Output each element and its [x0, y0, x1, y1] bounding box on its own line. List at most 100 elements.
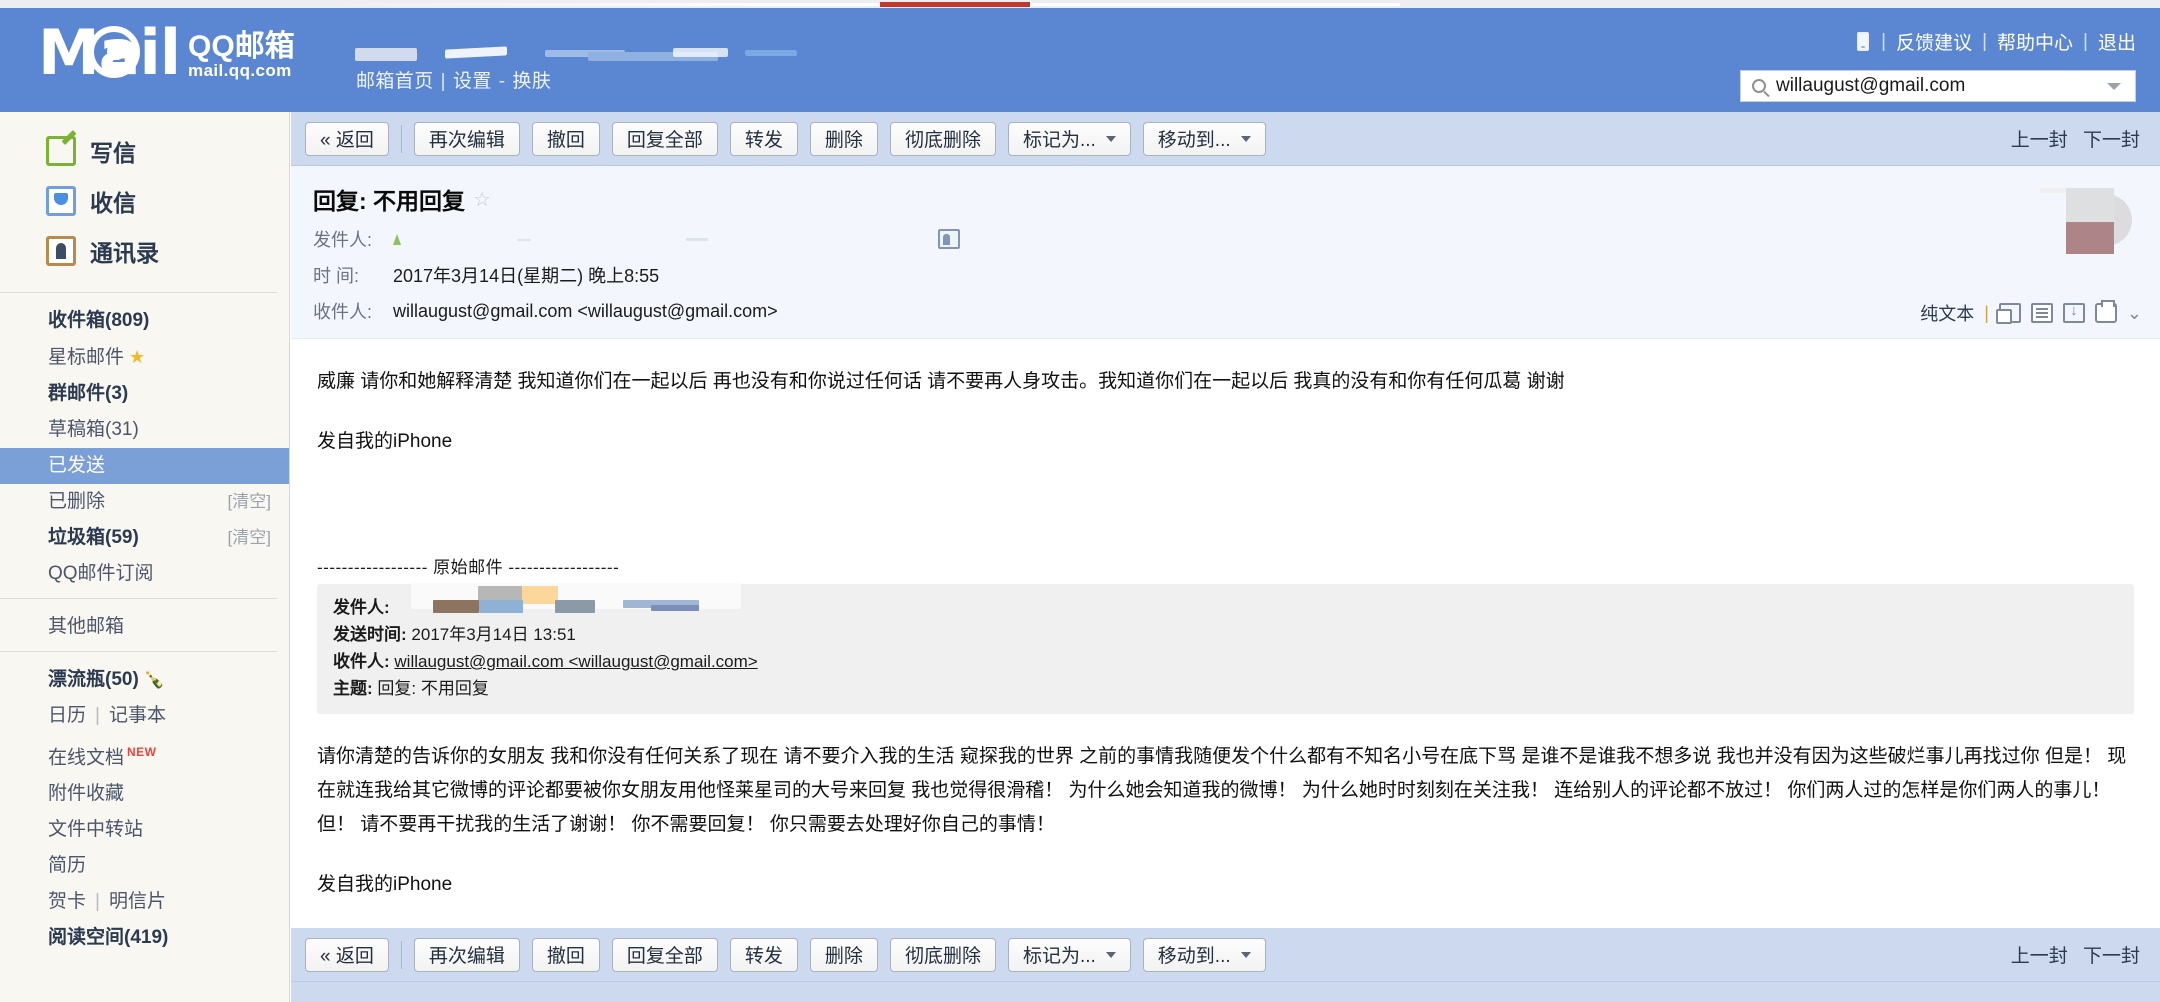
clear-spam-link[interactable]: [清空]	[228, 525, 271, 551]
delete-forever-button[interactable]: 彻底删除	[889, 121, 996, 156]
mail-toolbar-bottom: « 返回 再次编辑 撤回 回复全部 转发 删除 彻底删除 标记为... 移动到.…	[291, 928, 2160, 982]
mark-as-button[interactable]: 标记为...	[1007, 121, 1131, 156]
link-settings[interactable]: 设置	[453, 71, 492, 92]
forward-button[interactable]: 转发	[729, 121, 798, 156]
greeting-card-label[interactable]: 贺卡	[48, 891, 86, 912]
sidebar-item-online-doc[interactable]: 在线文档 NEW	[0, 734, 289, 776]
reply-all-button-bottom[interactable]: 回复全部	[611, 937, 718, 972]
browser-tab-strip	[0, 0, 2160, 8]
search-input[interactable]	[1776, 75, 2107, 97]
forward-button-bottom[interactable]: 转发	[729, 937, 798, 972]
sidebar-item-spam[interactable]: 垃圾箱(59) [清空]	[0, 520, 289, 556]
back-button-bottom[interactable]: « 返回	[305, 937, 389, 972]
delete-button[interactable]: 删除	[809, 121, 878, 156]
save-icon[interactable]	[2062, 301, 2085, 323]
sidebar-item-starred[interactable]: 星标邮件 ★	[0, 339, 289, 376]
text-icon[interactable]	[2030, 303, 2053, 323]
sidebar-item-qq-subscription[interactable]: QQ邮件订阅	[0, 556, 289, 592]
prev-mail-link[interactable]: 上一封	[2011, 130, 2068, 151]
delete-forever-button-bottom[interactable]: 彻底删除	[889, 937, 996, 972]
edit-again-button-bottom[interactable]: 再次编辑	[413, 937, 520, 972]
move-to-button-bottom[interactable]: 移动到...	[1142, 937, 1266, 972]
mail-view: 回复: 不用回复 ☆ 发件人: 时 间: 2017年3月14日(星期二) 晚上8…	[291, 166, 2160, 1002]
original-to-value[interactable]: willaugust@gmail.com <willaugust@gmail.c…	[394, 652, 757, 671]
chevron-down-icon[interactable]: ⌄	[2127, 303, 2142, 324]
mark-as-label: 标记为...	[1022, 130, 1096, 151]
move-to-label: 移动到...	[1157, 130, 1231, 151]
next-mail-link-bottom[interactable]: 下一封	[2083, 946, 2140, 967]
new-window-icon[interactable]	[1995, 303, 2021, 324]
sidebar-item-sent[interactable]: 已发送	[0, 448, 289, 484]
sidebar-folder-list: 收件箱(809) 星标邮件 ★ 群邮件(3) 草稿箱(31) 已发送 已删除 [清…	[0, 299, 289, 592]
sidebar-item-other-mailbox[interactable]: 其他邮箱	[0, 609, 289, 645]
sidebar-item-file-transfer[interactable]: 文件中转站	[0, 812, 289, 848]
sidebar-item-deleted[interactable]: 已删除 [清空]	[0, 484, 289, 520]
original-mail-separator: ------------------ 原始邮件 ----------------…	[317, 558, 620, 577]
sidebar-item-label: 收信	[90, 190, 136, 216]
nav-feedback[interactable]: 反馈建议	[1896, 28, 1972, 55]
sidebar-item-drift-bottle[interactable]: 漂流瓶(50) 🍾	[0, 662, 289, 698]
back-button[interactable]: « 返回	[305, 121, 389, 156]
move-to-button[interactable]: 移动到...	[1142, 121, 1266, 156]
sidebar-item-label: 通讯录	[90, 240, 159, 266]
sidebar-item-attachment-favorites[interactable]: 附件收藏	[0, 776, 289, 812]
prev-mail-link-bottom[interactable]: 上一封	[2011, 946, 2068, 967]
sidebar-tools-list: 漂流瓶(50) 🍾 日历 | 记事本 在线文档 NEW 附件收藏 文件中转站 简历 贺卡…	[0, 658, 289, 956]
folder-label: 已删除	[48, 491, 106, 512]
sidebar-item-contacts[interactable]: 通讯录	[0, 226, 289, 276]
contact-card-icon[interactable]	[938, 229, 961, 249]
header-top-nav: | 反馈建议 | 帮助中心 | 退出	[1857, 28, 2136, 55]
notepad-label[interactable]: 记事本	[109, 705, 166, 726]
logo-title: QQ邮箱	[188, 29, 295, 63]
tools-sep-2: |	[95, 891, 100, 913]
sidebar-item-drafts[interactable]: 草稿箱(31)	[0, 412, 289, 448]
star-outline-icon[interactable]: ☆	[473, 187, 491, 212]
delete-button-bottom[interactable]: 删除	[809, 937, 878, 972]
sidebar-item-reading-space[interactable]: 阅读空间(419)	[0, 920, 289, 956]
original-mail-body: 请你清楚的告诉你的女朋友 我和你没有任何关系了现在 请不要介入我的生活 窥探我的…	[291, 714, 2160, 902]
file-transfer-label: 文件中转站	[48, 819, 144, 841]
search-box[interactable]	[1740, 70, 2136, 102]
link-skin[interactable]: 换肤	[513, 71, 552, 92]
mobile-icon[interactable]	[1857, 32, 1870, 51]
chevron-down-icon[interactable]	[2107, 82, 2121, 90]
mail-nav-links-top: 上一封 下一封	[2001, 125, 2140, 152]
sidebar-item-compose[interactable]: 写信	[0, 126, 289, 176]
mail-body: 威廉 请你和她解释清楚 我知道你们在一起以后 再也没有和你说过任何话 请不要再人…	[291, 339, 2160, 527]
next-mail-link[interactable]: 下一封	[2083, 130, 2140, 151]
calendar-label[interactable]: 日历	[48, 705, 86, 726]
sidebar-item-group-mail[interactable]: 群邮件(3)	[0, 376, 289, 412]
sidebar-item-card-postcard[interactable]: 贺卡 | 明信片	[0, 884, 289, 920]
chevron-down-icon	[1105, 135, 1116, 142]
folder-label: 草稿箱(31)	[48, 419, 139, 440]
clear-deleted-link[interactable]: [清空]	[228, 489, 271, 515]
print-icon[interactable]	[2094, 300, 2117, 323]
nav-logout[interactable]: 退出	[2098, 28, 2136, 55]
sidebar-item-calendar-notepad[interactable]: 日历 | 记事本	[0, 698, 289, 734]
recall-button[interactable]: 撤回	[531, 121, 600, 156]
header-blurred-tabs	[345, 36, 797, 66]
time-label: 时 间:	[313, 266, 360, 286]
reply-all-button[interactable]: 回复全部	[611, 121, 718, 156]
mark-as-button-bottom[interactable]: 标记为...	[1007, 937, 1131, 972]
recall-button-bottom[interactable]: 撤回	[531, 937, 600, 972]
star-icon: ★	[129, 347, 146, 367]
inbox-icon	[46, 186, 76, 216]
postcard-label[interactable]: 明信片	[109, 891, 166, 912]
link-mail-home[interactable]: 邮箱首页	[356, 71, 434, 92]
original-sent-label: 发送时间:	[333, 625, 407, 644]
qq-mail-logo[interactable]: Mail QQ邮箱 mail.qq.com	[38, 22, 295, 84]
edit-again-button[interactable]: 再次编辑	[413, 121, 520, 156]
action-separator: |	[1984, 302, 1989, 323]
bottle-icon: 🍾	[143, 670, 165, 689]
sidebar-item-receive[interactable]: 收信	[0, 176, 289, 226]
contacts-icon	[46, 236, 76, 266]
sidebar-item-resume[interactable]: 简历	[0, 848, 289, 884]
nav-help-center[interactable]: 帮助中心	[1997, 28, 2073, 55]
mail-toolbar-top: « 返回 再次编辑 撤回 回复全部 转发 删除 彻底删除 标记为... 移动到.…	[291, 112, 2160, 166]
original-body-signature: 发自我的iPhone	[317, 874, 453, 895]
tab-strip-accent	[880, 2, 1030, 7]
plain-text-link[interactable]: 纯文本	[1920, 300, 1974, 326]
sidebar-item-inbox[interactable]: 收件箱(809)	[0, 303, 289, 339]
